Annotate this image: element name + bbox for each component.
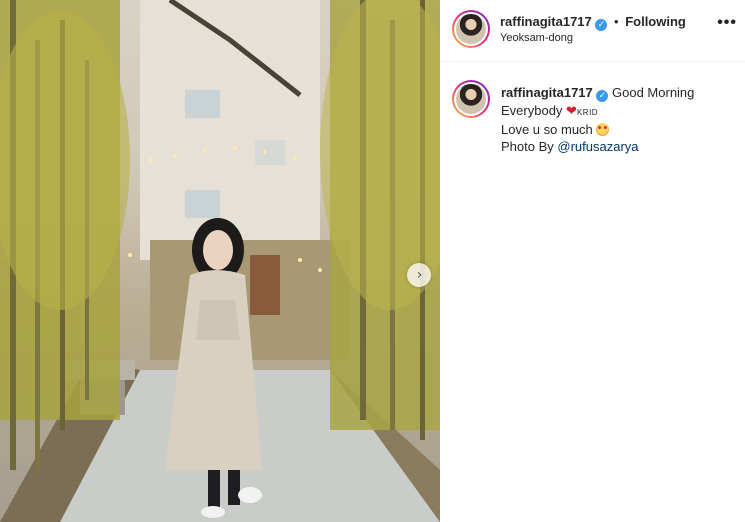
header-user-line: raffinagita1717 ✓ • Following [500, 14, 686, 31]
mention-link[interactable]: @rufusazarya [557, 139, 638, 154]
header-username[interactable]: raffinagita1717 [500, 14, 592, 29]
following-button[interactable]: Following [625, 14, 686, 29]
smiling-face-with-hearts-icon [596, 123, 610, 136]
post-photo[interactable]: › [0, 0, 440, 522]
chevron-right-icon: › [416, 267, 423, 283]
caption-tag: KRID [576, 108, 599, 117]
verified-badge-icon: ✓ [595, 19, 608, 31]
post-caption: raffinagita1717 ✓ Good Morning Everybody… [501, 84, 731, 155]
post-header: raffinagita1717 ✓ • Following Yeoksam-do… [440, 0, 745, 62]
location-link[interactable]: Yeoksam-dong [500, 32, 573, 44]
heart-icon: ❤ [566, 104, 577, 119]
photo-by-label: Photo By [501, 139, 554, 154]
more-options-icon[interactable]: ••• [717, 14, 737, 32]
post-side-panel: raffinagita1717 ✓ • Following Yeoksam-do… [440, 0, 745, 522]
caption-avatar[interactable] [452, 80, 490, 118]
caption-line-1: Good Morning [612, 85, 695, 100]
photo-illustration [0, 0, 440, 522]
verified-badge-icon: ✓ [596, 90, 609, 102]
carousel-next-button[interactable]: › [407, 263, 431, 287]
caption-line-2: Everybody [501, 103, 563, 118]
caption-line-3: Love u so much [501, 122, 593, 137]
avatar[interactable] [452, 10, 490, 48]
caption-username[interactable]: raffinagita1717 [501, 85, 593, 100]
separator-dot: • [614, 14, 619, 29]
